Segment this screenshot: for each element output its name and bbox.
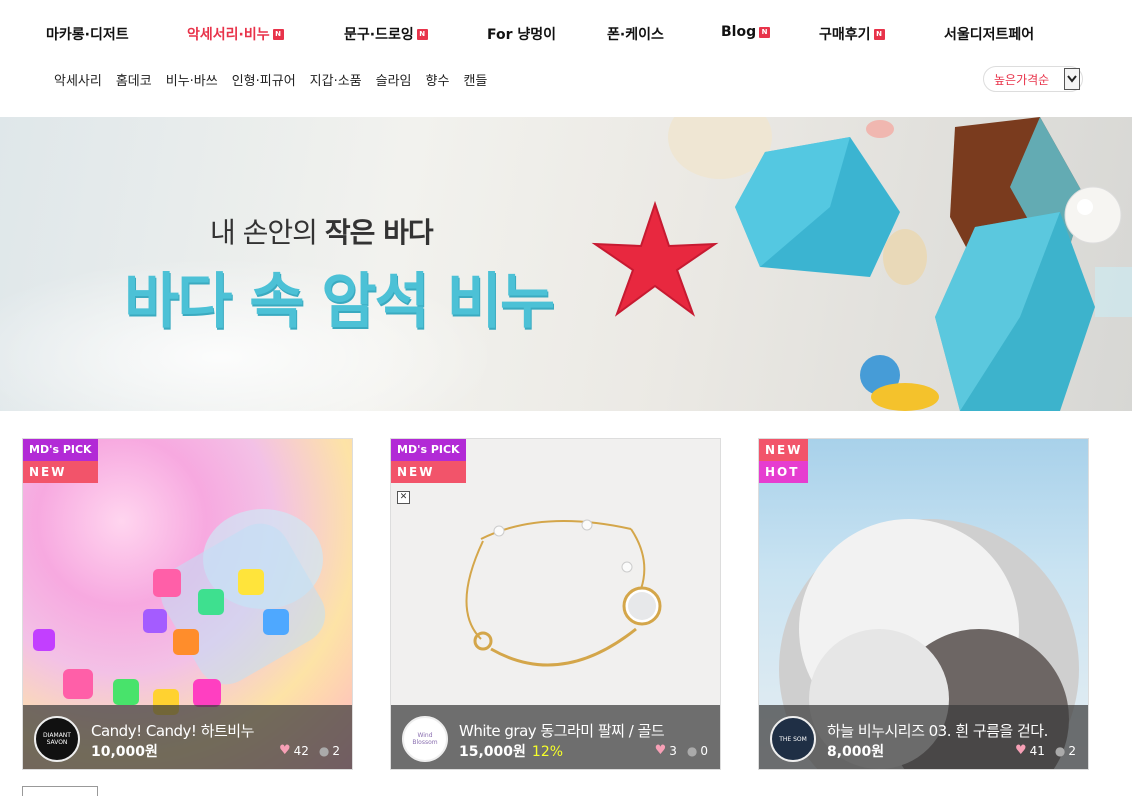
product-card[interactable]: NEW HOT THE SOM 하늘 비누시리즈 03. 흰 구름을 걷다. 8… [758,438,1089,770]
subnav-item-candle[interactable]: 캔들 [463,70,487,89]
discount-rate: 12% [531,744,564,760]
pagination-box[interactable] [22,786,98,796]
banner-subtitle: 내 손안의 작은 바다 [210,216,434,249]
sub-nav: 악세사리 홈데코 비누·바쓰 인형·피규어 지갑·소품 슬라임 향수 캔들 [54,70,487,89]
product-tags: NEW HOT [759,439,809,483]
nav-item-label: For 냥멍이 [487,27,557,43]
subnav-item-soap-bath[interactable]: 비누·바쓰 [166,70,218,89]
like-count[interactable]: ♥ 41 [1015,743,1045,758]
subnav-item-perfume[interactable]: 향수 [426,70,450,89]
hot-tag: HOT [759,461,809,483]
banner-title: 바다 속 암석 비누 [124,267,555,337]
subnav-item-wallet-goods[interactable]: 지갑·소품 [310,70,362,89]
product-stats: ♥ 3 ● 0 [655,743,708,758]
new-badge: N [873,28,885,40]
sort-selected-value: 높은가격순 [994,72,1050,87]
nav-item-blog[interactable]: Blog N [721,24,771,40]
sort-select[interactable]: 높은가격순 [983,66,1083,92]
comment-count[interactable]: ● 0 [687,743,708,758]
comment-bubble-icon: ● [1054,743,1066,758]
product-card[interactable]: MD's PICK NEW ✕ Wind Blossom White gray … [390,438,721,770]
subnav-item-slime[interactable]: 슬라임 [376,70,412,89]
pearl-image [1064,186,1122,244]
product-title[interactable]: Candy! Candy! 하트비누 [91,720,254,741]
shop-logo[interactable]: THE SOM [770,716,816,762]
subnav-item-doll-figure[interactable]: 인형·피규어 [232,70,296,89]
nav-item-label: 악세서리·비누 [187,27,270,43]
subnav-item-home-deco[interactable]: 홈데코 [116,70,152,89]
nav-item-label: 서울디저트페어 [944,27,1035,43]
comment-bubble-icon: ● [686,743,698,758]
product-price: 15,000원 12% [459,744,564,760]
new-tag: NEW [759,439,809,461]
new-tag: NEW [23,461,98,483]
product-info-overlay: THE SOM 하늘 비누시리즈 03. 흰 구름을 걷다. 8,000원 ♥ 4… [759,705,1088,769]
md-pick-tag: MD's PICK [23,439,98,461]
nav-item-seoul-dessert-fair[interactable]: 서울디저트페어 [944,24,1034,44]
product-price: 10,000원 [91,744,158,760]
new-badge: N [759,26,771,38]
comment-bubble-icon: ● [318,743,330,758]
nav-item-stationery[interactable]: 문구·드로잉 N [344,24,428,44]
heart-icon: ♥ [278,743,291,758]
chevron-down-icon[interactable] [1064,68,1080,90]
nav-item-label: 폰·케이스 [607,27,664,43]
comment-count[interactable]: ● 2 [319,743,340,758]
heart-icon: ♥ [1014,743,1027,758]
new-badge: N [416,28,428,40]
starfish-image [591,200,719,317]
nav-item-macaron-dessert[interactable]: 마카롱·디저트 [46,24,129,44]
nav-item-accessory-soap[interactable]: 악세서리·비누 N [187,24,284,44]
main-nav: 마카롱·디저트 악세서리·비누 N 문구·드로잉 N For 냥멍이 폰·케이스 B… [0,0,1132,68]
yellow-shell [871,383,939,411]
product-price: 8,000원 [827,744,885,760]
nav-item-label: 문구·드로잉 [344,27,414,43]
product-info-overlay: Wind Blossom White gray 동그라미 팔찌 / 골드 15,… [391,705,720,769]
broken-image-icon: ✕ [397,491,410,504]
subnav-item-accessory[interactable]: 악세사리 [54,70,102,89]
nav-item-label: 구매후기 [819,27,871,43]
md-pick-tag: MD's PICK [391,439,466,461]
product-stats: ♥ 42 ● 2 [279,743,340,758]
product-info-overlay: DIAMANT SAVON Candy! Candy! 하트비누 10,000원… [23,705,352,769]
nav-item-pets[interactable]: For 냥멍이 [487,24,556,44]
product-tags: MD's PICK NEW [23,439,98,483]
new-badge: N [272,28,284,40]
nav-item-reviews[interactable]: 구매후기 N [819,24,885,44]
nav-item-label: 마카롱·디저트 [46,27,129,43]
like-count[interactable]: ♥ 42 [279,743,309,758]
product-stats: ♥ 41 ● 2 [1015,743,1076,758]
product-grid: MD's PICK NEW DIAMANT SAVON Candy! Candy… [22,438,1090,770]
pebble-image [866,120,894,138]
shop-logo[interactable]: DIAMANT SAVON [34,716,80,762]
like-count[interactable]: ♥ 3 [655,743,677,758]
blue-gem-soap-2 [935,212,1095,411]
comment-count[interactable]: ● 2 [1055,743,1076,758]
promo-banner[interactable]: 내 손안의 작은 바다 바다 속 암석 비누 [0,117,1132,411]
product-card[interactable]: MD's PICK NEW DIAMANT SAVON Candy! Candy… [22,438,353,770]
product-title[interactable]: White gray 동그라미 팔찌 / 골드 [459,720,665,741]
nav-item-phone-case[interactable]: 폰·케이스 [607,24,664,44]
new-tag: NEW [391,461,466,483]
shop-logo[interactable]: Wind Blossom [402,716,448,762]
product-tags: MD's PICK NEW [391,439,466,483]
shell-image [883,229,927,285]
product-title[interactable]: 하늘 비누시리즈 03. 흰 구름을 걷다. [827,720,1048,741]
nav-item-label: Blog [721,24,757,40]
heart-icon: ♥ [654,743,667,758]
